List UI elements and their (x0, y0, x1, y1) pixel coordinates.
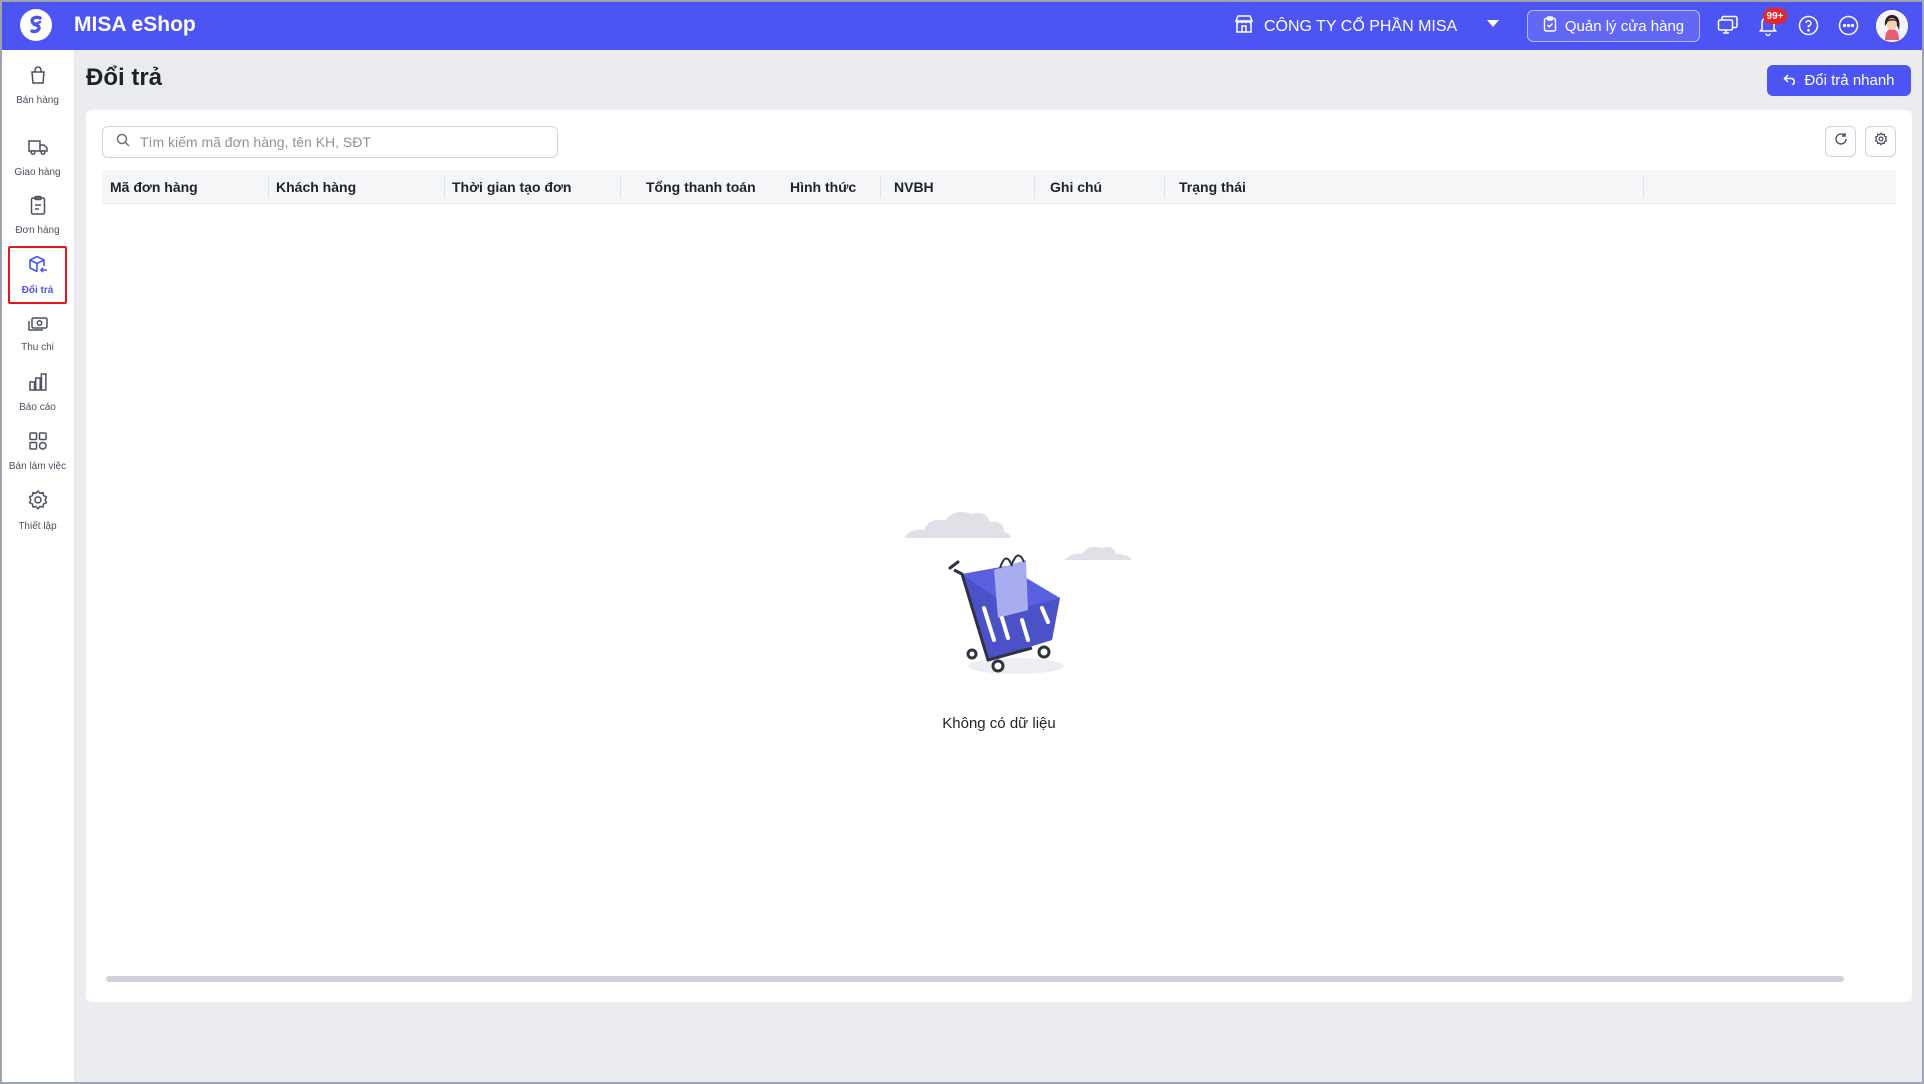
sidebar-item-label: Báo cáo (19, 401, 56, 413)
table-settings-button[interactable] (1865, 126, 1896, 157)
quick-return-label: Đổi trả nhanh (1804, 72, 1895, 89)
column-divider (620, 176, 621, 198)
delivery-truck-icon (27, 137, 49, 162)
column-header[interactable]: Thời gian tạo đơn (444, 170, 571, 204)
refresh-icon (1834, 132, 1848, 151)
page-title: Đổi trả (86, 64, 163, 91)
sidebar: Bán hàng Giao hàng Đơn hàng Đổi trả Thu … (0, 50, 75, 1084)
clipboard-icon (29, 195, 47, 220)
return-arrow-icon (1783, 72, 1797, 89)
sidebar-item-don-hang[interactable]: Đơn hàng (8, 186, 67, 244)
shopping-bag-icon (28, 65, 48, 90)
store-icon (1234, 14, 1254, 39)
sidebar-item-ban-hang[interactable]: Bán hàng (8, 56, 67, 114)
column-header[interactable]: Trạng thái (1171, 170, 1246, 204)
company-name: CÔNG TY CỔ PHẦN MISA (1264, 17, 1458, 35)
column-divider (1164, 176, 1165, 198)
search-box[interactable] (102, 126, 558, 158)
sidebar-item-bao-cao[interactable]: Báo cáo (8, 363, 67, 421)
column-header[interactable]: Khách hàng (268, 170, 356, 204)
sidebar-item-label: Thiết lập (18, 520, 57, 532)
cash-icon (27, 314, 49, 337)
app-name: MISA eShop (74, 13, 196, 36)
top-bar: MISA eShop CÔNG TY CỔ PHẦN MISA Quản lý … (0, 0, 1924, 50)
refresh-button[interactable] (1825, 126, 1856, 157)
sidebar-item-label: Bàn làm việc (8, 460, 67, 472)
sidebar-item-label: Thu chi (21, 341, 54, 353)
sidebar-item-ban-lam-viec[interactable]: Bàn làm việc (8, 422, 67, 480)
empty-state-text: Không có dữ liệu (942, 715, 1056, 732)
chevron-down-icon[interactable] (1487, 20, 1499, 27)
column-header[interactable]: Mã đơn hàng (102, 170, 198, 204)
store-manage-button[interactable]: Quản lý cửa hàng (1527, 10, 1700, 42)
sidebar-item-label: Giao hàng (14, 166, 61, 178)
avatar[interactable] (1876, 10, 1908, 42)
return-box-icon (27, 255, 49, 280)
sidebar-item-label: Bán hàng (16, 94, 59, 106)
column-header[interactable]: NVBH (886, 170, 934, 204)
search-input[interactable] (140, 134, 540, 150)
column-header[interactable]: Hình thức (782, 170, 856, 204)
grid-icon (28, 431, 48, 456)
returns-table-card: Mã đơn hàng Khách hàng Thời gian tạo đơn… (86, 110, 1912, 1002)
sidebar-item-thiet-lap[interactable]: Thiết lập (8, 481, 67, 539)
empty-cart-illustration (902, 490, 1148, 685)
help-icon[interactable] (1796, 13, 1820, 37)
column-divider (1034, 176, 1035, 198)
store-manage-label: Quản lý cửa hàng (1564, 17, 1685, 35)
chat-icon[interactable] (1836, 13, 1860, 37)
horizontal-scrollbar[interactable] (106, 976, 1844, 982)
quick-return-button[interactable]: Đổi trả nhanh (1767, 65, 1911, 96)
gear-icon (27, 489, 49, 516)
clipboard-icon (1543, 16, 1557, 36)
table-header: Mã đơn hàng Khách hàng Thời gian tạo đơn… (102, 170, 1896, 204)
column-header[interactable]: Ghi chú (1042, 170, 1102, 204)
monitor-icon[interactable] (1716, 13, 1740, 37)
app-logo-icon[interactable] (20, 9, 52, 41)
column-header[interactable]: Tổng thanh toán (638, 170, 756, 204)
sidebar-item-thu-chi[interactable]: Thu chi (8, 304, 67, 362)
sidebar-item-label: Đổi trả (21, 284, 54, 296)
gear-icon (1874, 132, 1888, 151)
company-selector[interactable]: CÔNG TY CỔ PHẦN MISA (1234, 14, 1457, 39)
sidebar-item-giao-hang[interactable]: Giao hàng (8, 128, 67, 186)
bar-chart-icon (28, 372, 48, 397)
search-icon (116, 133, 130, 152)
column-divider (880, 176, 881, 198)
column-divider (1643, 176, 1644, 198)
notification-badge: 99+ (1763, 8, 1787, 24)
sidebar-item-label: Đơn hàng (15, 224, 60, 236)
sidebar-item-doi-tra[interactable]: Đổi trả (8, 246, 67, 304)
